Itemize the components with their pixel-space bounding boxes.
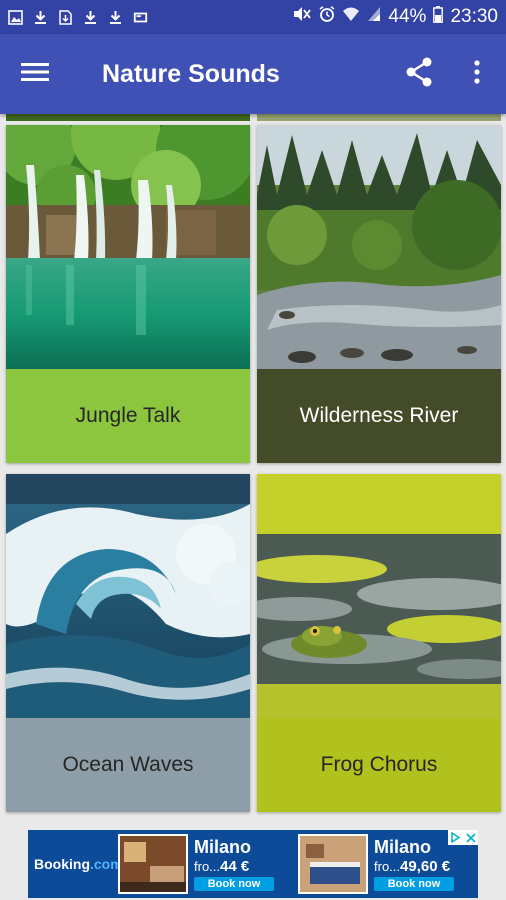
sound-card-label: Ocean Waves (6, 718, 250, 812)
booking-logo: Booking.com (34, 856, 123, 872)
app-bar: Nature Sounds (0, 34, 506, 114)
battery-icon (433, 5, 444, 29)
download-icon (108, 10, 123, 25)
sound-card-frog-chorus[interactable]: Frog Chorus (257, 474, 501, 812)
hotel-room-photo (118, 834, 188, 894)
more-vert-icon (474, 59, 480, 89)
app-title: Nature Sounds (102, 59, 280, 88)
download-icon (83, 10, 98, 25)
sound-card-label: Wilderness River (257, 369, 501, 463)
sound-card-label: Frog Chorus (257, 718, 501, 812)
hotel-room-photo (298, 834, 368, 894)
previous-card-edge (6, 114, 250, 121)
previous-card-edge (257, 114, 501, 121)
alarm-icon (319, 6, 335, 28)
battery-percent: 44% (388, 6, 427, 27)
ad-offer[interactable]: Milano fro...44 € Book now (118, 830, 294, 898)
sound-card-wilderness-river[interactable]: Wilderness River (257, 125, 501, 463)
gallery-icon (8, 9, 23, 25)
download-icon (33, 10, 48, 25)
ad-price: fro...49,60 € (374, 858, 451, 875)
share-icon (405, 57, 433, 92)
frog-lilypads-image (257, 474, 501, 718)
ad-banner[interactable]: Booking.com Milano fro...44 € Book now M… (28, 830, 478, 898)
cast-icon (133, 10, 148, 25)
book-now-button[interactable]: Book now (194, 877, 274, 891)
ad-city: Milano (194, 837, 251, 857)
sound-card-jungle-talk[interactable]: Jungle Talk (6, 125, 250, 463)
share-button[interactable] (390, 34, 448, 114)
sound-card-label: Jungle Talk (6, 369, 250, 463)
app-bar-actions (390, 34, 506, 114)
ad-price: fro...44 € (194, 858, 250, 875)
notification-icons (8, 9, 148, 25)
hamburger-menu-icon (21, 62, 49, 87)
adchoices-icon[interactable] (448, 830, 463, 845)
sound-card-ocean-waves[interactable]: Ocean Waves (6, 474, 250, 812)
close-icon[interactable] (463, 830, 478, 845)
signal-icon (367, 6, 381, 28)
wifi-icon (342, 6, 360, 28)
navigation-drawer-button[interactable] (0, 34, 70, 114)
overflow-menu-button[interactable] (448, 34, 506, 114)
status-bar: 44% 23:30 (0, 0, 506, 34)
ocean-wave-image (6, 474, 250, 718)
book-now-button[interactable]: Book now (374, 877, 454, 891)
clock: 23:30 (450, 6, 498, 27)
sound-grid: Jungle Talk Wilderness River Ocean Waves… (0, 114, 506, 818)
download-file-icon (58, 9, 73, 25)
jungle-waterfall-image (6, 125, 250, 369)
system-indicators: 44% 23:30 (292, 5, 498, 29)
forest-river-image (257, 125, 501, 369)
mute-icon (292, 6, 312, 28)
